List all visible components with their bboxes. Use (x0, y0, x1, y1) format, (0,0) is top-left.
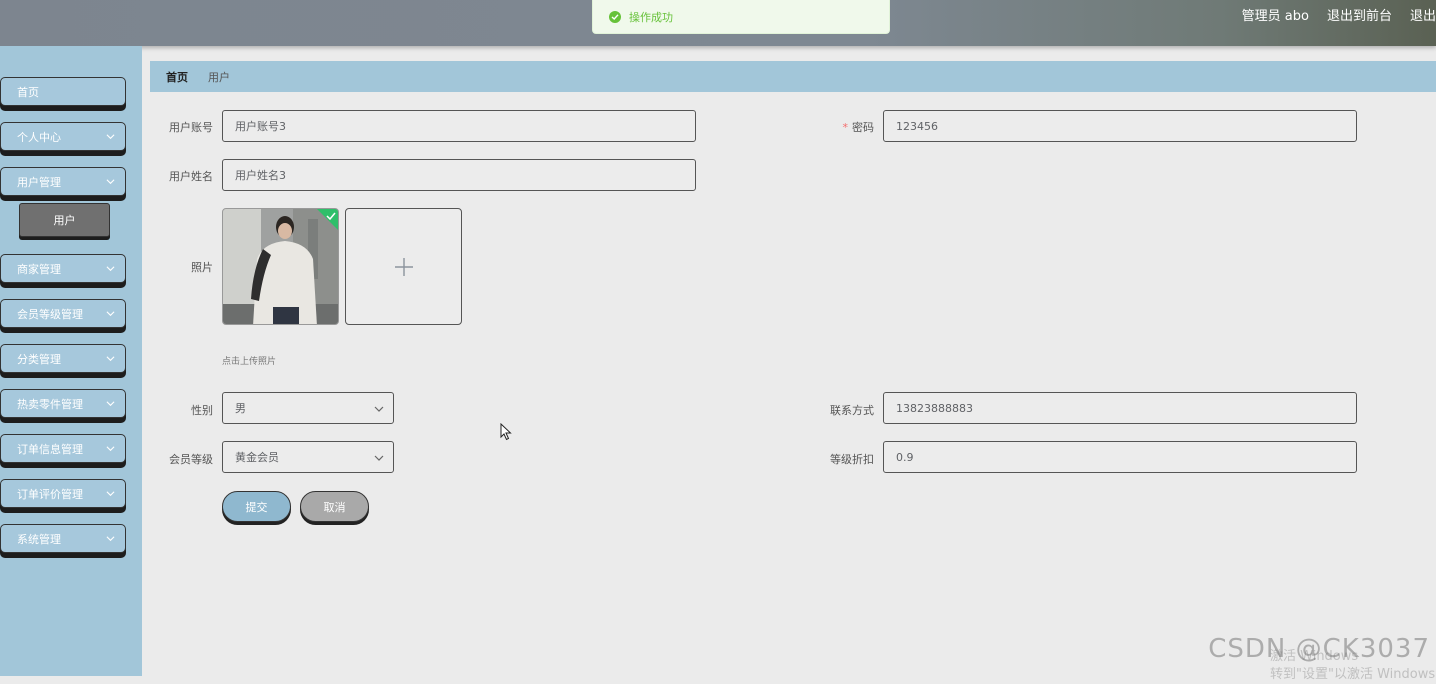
contact-label: 联系方式 (830, 404, 874, 417)
password-field[interactable]: 123456 (883, 110, 1357, 142)
chevron-down-icon (374, 406, 384, 412)
header-nav: 管理员 abo 退出到前台 退出 (1242, 0, 1436, 28)
upload-photo-button[interactable] (345, 208, 462, 325)
sidebar-item-label: 系统管理 (17, 532, 61, 546)
back-to-front-link[interactable]: 退出到前台 (1327, 5, 1392, 24)
sidebar-item-merchant-management[interactable]: 商家管理 (0, 254, 126, 283)
plus-icon (394, 257, 413, 276)
sidebar-item-label: 商家管理 (17, 262, 61, 276)
discount-field[interactable]: 0.9 (883, 441, 1357, 473)
sidebar-item-label: 首页 (17, 85, 39, 99)
gender-select[interactable]: 男 (222, 392, 394, 424)
sidebar-item-user-management[interactable]: 用户管理 (0, 167, 126, 196)
sidebar-item-hot-parts-management[interactable]: 热卖零件管理 (0, 389, 126, 418)
toast-message: 操作成功 (629, 10, 673, 24)
name-field[interactable]: 用户姓名3 (222, 159, 696, 191)
success-toast: 操作成功 (592, 0, 890, 34)
submit-button[interactable]: 提交 (222, 491, 291, 522)
person-photo-image (223, 209, 338, 324)
sidebar-item-order-review-management[interactable]: 订单评价管理 (0, 479, 126, 508)
sidebar-item-label: 用户管理 (17, 175, 61, 189)
sidebar-item-category-management[interactable]: 分类管理 (0, 344, 126, 373)
password-value: 123456 (896, 119, 938, 133)
required-mark: * (842, 121, 849, 134)
chevron-down-icon (106, 311, 115, 317)
account-field[interactable]: 用户账号3 (222, 110, 696, 142)
windows-activation-line2: 转到"设置"以激活 Windows (1270, 667, 1436, 682)
gender-label: 性别 (191, 404, 213, 417)
sidebar-subitem-user[interactable]: 用户 (19, 203, 110, 237)
password-label-text: 密码 (852, 121, 874, 134)
breadcrumb-current: 用户 (208, 70, 230, 84)
sidebar-subitem-label: 用户 (53, 214, 76, 227)
gender-value: 男 (235, 402, 246, 415)
chevron-down-icon (106, 491, 115, 497)
password-label: * 密码 (814, 119, 875, 135)
sidebar-item-label: 订单信息管理 (17, 442, 83, 456)
sidebar-item-home[interactable]: 首页 (0, 77, 126, 106)
admin-user-label: 管理员 abo (1241, 8, 1309, 24)
chevron-down-icon (106, 401, 115, 407)
member-level-label: 会员等级 (169, 453, 213, 466)
chevron-down-icon (106, 356, 115, 362)
success-check-icon (609, 10, 621, 23)
member-level-select[interactable]: 黄金会员 (222, 441, 394, 473)
name-value: 用户姓名3 (235, 169, 286, 182)
sidebar-item-system-management[interactable]: 系统管理 (0, 524, 126, 553)
chevron-down-icon (106, 134, 115, 140)
sidebar-item-label: 订单评价管理 (17, 487, 83, 501)
chevron-down-icon (106, 446, 115, 452)
contact-field[interactable]: 13823888883 (883, 392, 1357, 424)
member-level-value: 黄金会员 (235, 451, 279, 464)
chevron-down-icon (106, 536, 115, 542)
cancel-button[interactable]: 取消 (300, 491, 369, 522)
photo-label: 照片 (191, 261, 213, 274)
account-value: 用户账号3 (235, 120, 286, 133)
discount-value: 0.9 (896, 450, 914, 464)
chevron-down-icon (106, 179, 115, 185)
contact-value: 13823888883 (896, 401, 973, 415)
breadcrumb: 首页 用户 (150, 61, 1436, 92)
discount-label: 等级折扣 (830, 453, 874, 466)
uploaded-photo-thumbnail[interactable] (222, 208, 339, 325)
chevron-down-icon (374, 455, 384, 461)
mouse-cursor-icon (500, 423, 512, 441)
sidebar-item-label: 热卖零件管理 (17, 397, 83, 411)
sidebar-item-profile[interactable]: 个人中心 (0, 122, 126, 151)
upload-tip: 点击上传照片 (222, 357, 277, 367)
account-label: 用户账号 (169, 121, 213, 134)
logout-link[interactable]: 退出 (1410, 5, 1436, 24)
csdn-watermark: CSDN @CK3037 (1208, 634, 1430, 664)
sidebar-item-order-info-management[interactable]: 订单信息管理 (0, 434, 126, 463)
name-label: 用户姓名 (169, 170, 213, 183)
sidebar-item-label: 个人中心 (17, 130, 61, 144)
sidebar-item-label: 会员等级管理 (17, 307, 83, 321)
breadcrumb-home[interactable]: 首页 (166, 69, 188, 85)
chevron-down-icon (106, 266, 115, 272)
sidebar-item-member-level-management[interactable]: 会员等级管理 (0, 299, 126, 328)
sidebar-item-label: 分类管理 (17, 352, 61, 366)
